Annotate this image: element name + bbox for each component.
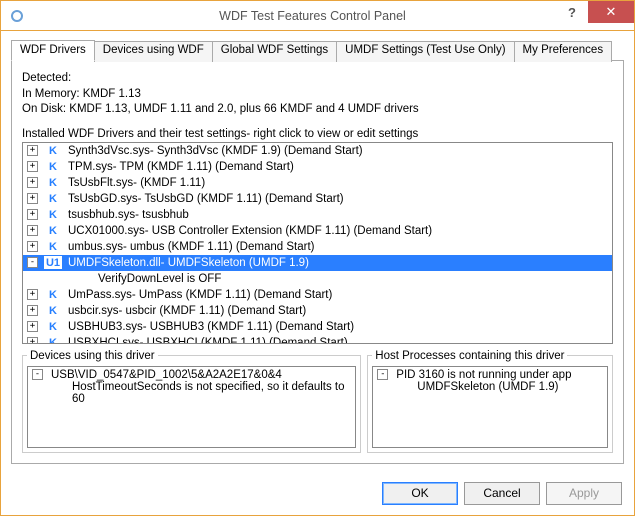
help-button[interactable]: ? bbox=[556, 1, 588, 23]
expand-icon[interactable]: + bbox=[27, 177, 38, 188]
expand-icon[interactable]: + bbox=[27, 161, 38, 172]
kmdf-badge-icon: K bbox=[44, 304, 62, 317]
collapse-icon[interactable]: - bbox=[27, 257, 38, 268]
driver-row-text: Synth3dVsc.sys- Synth3dVsc (KMDF 1.9) (D… bbox=[68, 145, 363, 157]
driver-row[interactable]: + K UmPass.sys- UmPass (KMDF 1.11) (Demand… bbox=[23, 287, 612, 303]
window-title: WDF Test Features Control Panel bbox=[31, 9, 634, 23]
tab-my-preferences[interactable]: My Preferences bbox=[514, 41, 613, 62]
driver-row-text: USBXHCI.sys- USBXHCI (KMDF 1.11) (Demand… bbox=[68, 337, 348, 344]
tab-devices-using-wdf[interactable]: Devices using WDF bbox=[94, 41, 213, 62]
driver-row[interactable]: + K TsUsbGD.sys- TsUsbGD (KMDF 1.11) (Dema… bbox=[23, 191, 612, 207]
host-pid-line: PID 3160 is not running under app bbox=[396, 369, 571, 381]
expander-icon[interactable]: - bbox=[377, 369, 388, 380]
driver-row[interactable]: -U1 UMDFSkeleton.dll- UMDFSkeleton (UMDF … bbox=[23, 255, 612, 271]
expand-icon[interactable]: + bbox=[27, 241, 38, 252]
driver-row-text: TsUsbGD.sys- TsUsbGD (KMDF 1.11) (Demand… bbox=[68, 193, 344, 205]
devices-list[interactable]: - USB\VID_0547&PID_1002\5&A2A2E17&0&4 Ho… bbox=[27, 366, 356, 448]
detected-disk: On Disk: KMDF 1.13, UMDF 1.11 and 2.0, p… bbox=[22, 102, 613, 118]
driver-row-text: UmPass.sys- UmPass (KMDF 1.11) (Demand S… bbox=[68, 289, 332, 301]
cancel-button[interactable]: Cancel bbox=[464, 482, 540, 505]
expand-icon[interactable]: + bbox=[27, 305, 38, 316]
expand-icon[interactable]: + bbox=[27, 145, 38, 156]
host-processes-group: Host Processes containing this driver - … bbox=[367, 350, 613, 453]
expand-icon[interactable]: + bbox=[27, 209, 38, 220]
expand-icon[interactable]: + bbox=[27, 321, 38, 332]
tabstrip: WDF Drivers Devices using WDF Global WDF… bbox=[11, 40, 624, 61]
driver-row[interactable]: + K USBXHCI.sys- USBXHCI (KMDF 1.11) (Dema… bbox=[23, 335, 612, 344]
detected-memory: In Memory: KMDF 1.13 bbox=[22, 87, 613, 103]
kmdf-badge-icon: K bbox=[44, 320, 62, 333]
kmdf-badge-icon: K bbox=[44, 144, 62, 157]
tabpanel-wdf-drivers: Detected: In Memory: KMDF 1.13 On Disk: … bbox=[11, 60, 624, 464]
device-path: USB\VID_0547&PID_1002\5&A2A2E17&0&4 bbox=[51, 369, 282, 381]
close-button[interactable]: ✕ bbox=[588, 1, 634, 23]
kmdf-badge-icon: K bbox=[44, 224, 62, 237]
expand-icon[interactable]: + bbox=[27, 225, 38, 236]
apply-button[interactable]: Apply bbox=[546, 482, 622, 505]
expander-icon[interactable]: - bbox=[32, 369, 43, 380]
driver-row[interactable]: + K Synth3dVsc.sys- Synth3dVsc (KMDF 1.9) … bbox=[23, 143, 612, 159]
kmdf-badge-icon: K bbox=[44, 208, 62, 221]
driver-row-text: UCX01000.sys- USB Controller Extension (… bbox=[68, 225, 432, 237]
driver-row[interactable]: + Kumbus.sys- umbus (KMDF 1.11) (Demand S… bbox=[23, 239, 612, 255]
driver-row-text: TsUsbFlt.sys- (KMDF 1.11) bbox=[68, 177, 205, 189]
expand-icon[interactable]: + bbox=[27, 289, 38, 300]
driver-row-text: TPM.sys- TPM (KMDF 1.11) (Demand Start) bbox=[68, 161, 294, 173]
kmdf-badge-icon: K bbox=[44, 176, 62, 189]
umdf-badge-icon: U1 bbox=[44, 256, 62, 269]
driver-row[interactable]: + K UCX01000.sys- USB Controller Extension… bbox=[23, 223, 612, 239]
driver-row[interactable]: VerifyDownLevel is OFF bbox=[23, 271, 612, 287]
detected-heading: Detected: bbox=[22, 71, 613, 87]
driver-row-text: VerifyDownLevel is OFF bbox=[98, 273, 221, 285]
hosts-list[interactable]: - PID 3160 is not running under app UMDF… bbox=[372, 366, 608, 448]
driver-row[interactable]: + Ktsusbhub.sys- tsusbhub bbox=[23, 207, 612, 223]
expand-icon[interactable]: + bbox=[27, 193, 38, 204]
kmdf-badge-icon: K bbox=[44, 160, 62, 173]
driver-row-text: tsusbhub.sys- tsusbhub bbox=[68, 209, 189, 221]
ok-button[interactable]: OK bbox=[382, 482, 458, 505]
devices-group-legend: Devices using this driver bbox=[27, 350, 158, 362]
drivers-tree[interactable]: + K Synth3dVsc.sys- Synth3dVsc (KMDF 1.9) … bbox=[22, 142, 613, 344]
driver-row[interactable]: + K TPM.sys- TPM (KMDF 1.11) (Demand Start… bbox=[23, 159, 612, 175]
kmdf-badge-icon: K bbox=[44, 336, 62, 344]
expander-blank bbox=[63, 273, 74, 284]
dialog-buttons: OK Cancel Apply bbox=[1, 474, 634, 515]
driver-row-text: umbus.sys- umbus (KMDF 1.11) (Demand Sta… bbox=[68, 241, 314, 253]
driver-row[interactable]: + K TsUsbFlt.sys- (KMDF 1.11) bbox=[23, 175, 612, 191]
driver-row-text: usbcir.sys- usbcir (KMDF 1.11) (Demand S… bbox=[68, 305, 306, 317]
driver-row-text: USBHUB3.sys- USBHUB3 (KMDF 1.11) (Demand… bbox=[68, 321, 354, 333]
devices-using-driver-group: Devices using this driver - USB\VID_0547… bbox=[22, 350, 361, 453]
hosts-group-legend: Host Processes containing this driver bbox=[372, 350, 567, 362]
kmdf-badge-icon: K bbox=[44, 240, 62, 253]
tab-wdf-drivers[interactable]: WDF Drivers bbox=[11, 40, 95, 61]
app-icon bbox=[9, 8, 25, 24]
expand-icon[interactable]: + bbox=[27, 337, 38, 344]
tab-global-wdf-settings[interactable]: Global WDF Settings bbox=[212, 41, 337, 62]
driver-row[interactable]: + K USBHUB3.sys- USBHUB3 (KMDF 1.11) (Dema… bbox=[23, 319, 612, 335]
driver-row-text: UMDFSkeleton.dll- UMDFSkeleton (UMDF 1.9… bbox=[68, 257, 309, 269]
driver-row[interactable]: + Kusbcir.sys- usbcir (KMDF 1.11) (Demand… bbox=[23, 303, 612, 319]
tab-umdf-settings[interactable]: UMDF Settings (Test Use Only) bbox=[336, 41, 514, 62]
titlebar[interactable]: WDF Test Features Control Panel ? ✕ bbox=[1, 1, 634, 31]
drivers-tree-caption: Installed WDF Drivers and their test set… bbox=[22, 128, 613, 140]
device-detail: HostTimeoutSeconds is not specified, so … bbox=[72, 381, 353, 405]
kmdf-badge-icon: K bbox=[44, 288, 62, 301]
kmdf-badge-icon: K bbox=[44, 192, 62, 205]
host-detail: UMDFSkeleton (UMDF 1.9) bbox=[417, 381, 558, 393]
